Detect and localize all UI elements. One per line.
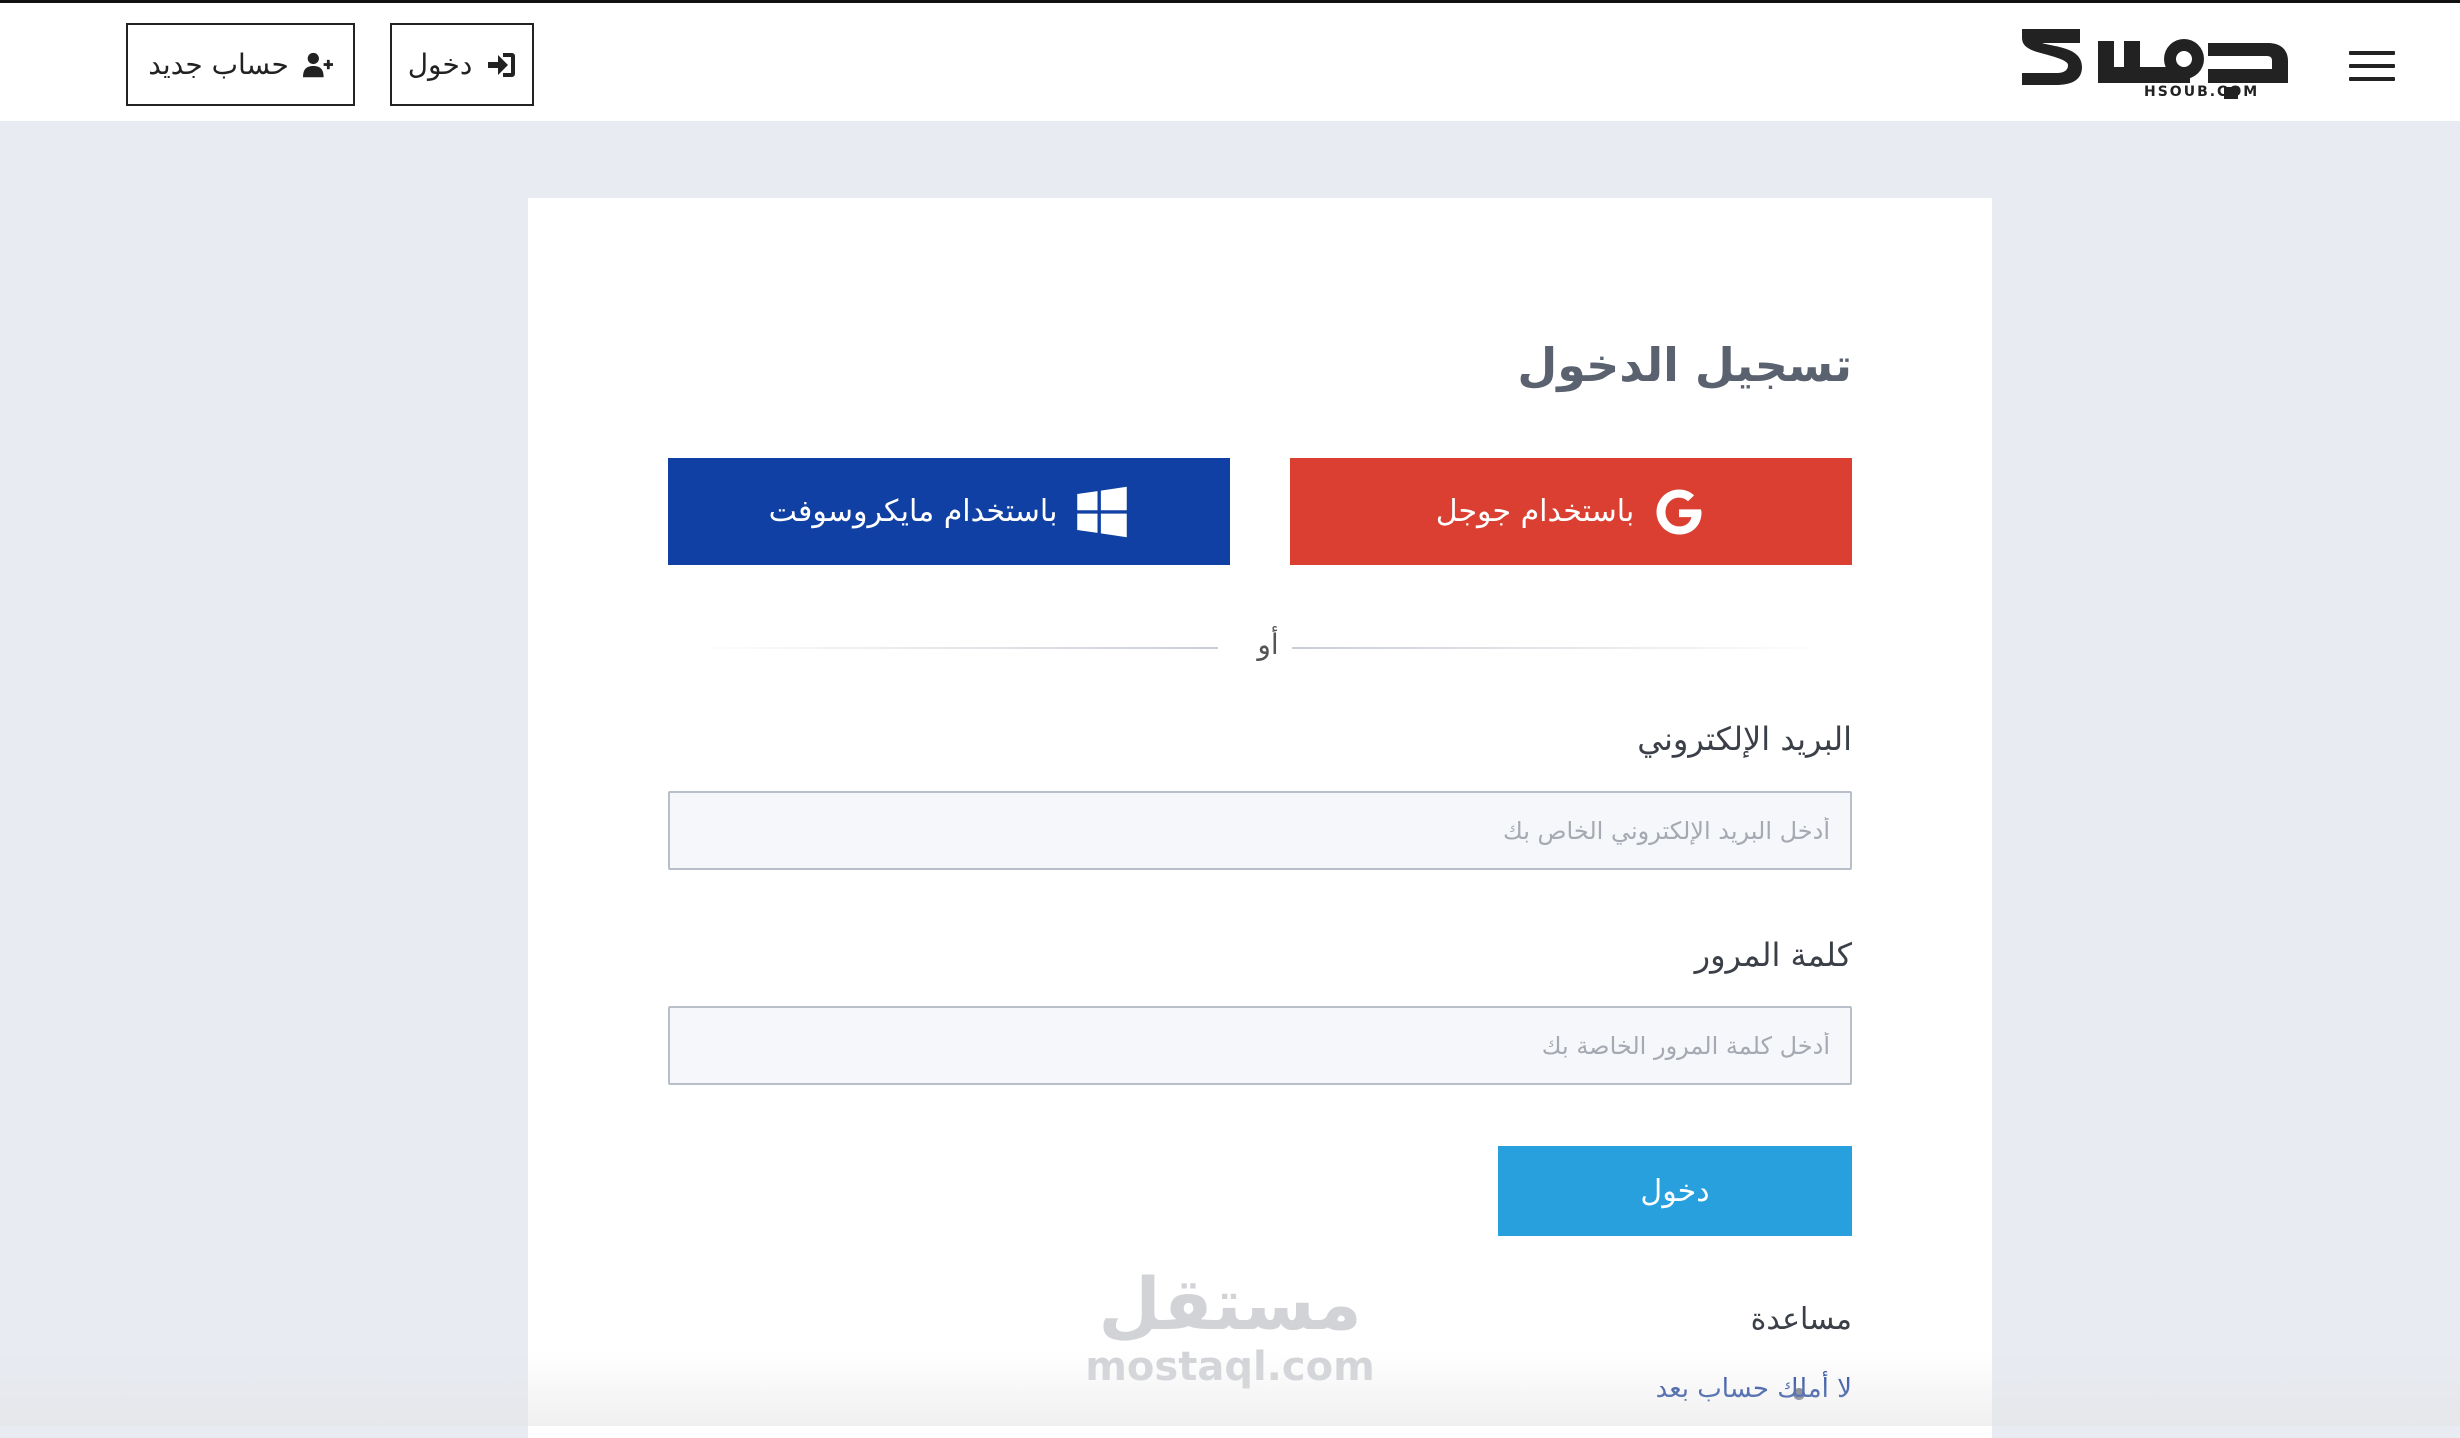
login-card: تسجيل الدخول باستخدام جوجل باستخدام مايك… (528, 198, 1992, 1438)
password-input[interactable] (668, 1006, 1852, 1085)
or-text: أو (1257, 628, 1279, 661)
site-header: HSOUB.COM حساب جديد دخول (0, 3, 2460, 121)
login-submit-button[interactable]: دخول (1498, 1146, 1852, 1236)
email-label: البريد الإلكتروني (1637, 720, 1852, 758)
logo-domain: HSOUB.COM (2144, 84, 2260, 100)
password-label: كلمة المرور (1694, 936, 1852, 974)
google-login-button[interactable]: باستخدام جوجل (1290, 458, 1852, 565)
help-heading: مساعدة (1750, 1302, 1852, 1337)
sign-in-icon (488, 52, 516, 77)
microsoft-login-button[interactable]: باستخدام مايكروسوفت (668, 458, 1230, 565)
page-title: تسجيل الدخول (1517, 338, 1852, 392)
new-account-button[interactable]: حساب جديد (126, 23, 355, 106)
login-header-label: دخول (407, 48, 473, 81)
new-account-label: حساب جديد (148, 48, 289, 81)
google-login-label: باستخدام جوجل (1435, 494, 1635, 529)
mostaql-watermark: مستقل mostaql.com (1080, 1262, 1380, 1392)
login-header-button[interactable]: دخول (390, 23, 534, 106)
microsoft-login-label: باستخدام مايكروسوفت (768, 494, 1058, 529)
divider-line-left (688, 647, 1218, 649)
windows-icon (1077, 486, 1128, 537)
email-input[interactable] (668, 791, 1852, 870)
hsoub-logo[interactable]: HSOUB.COM (2016, 21, 2292, 105)
divider-line-right (1292, 647, 1832, 649)
or-divider: أو (668, 628, 1852, 661)
hamburger-menu-icon[interactable] (2349, 51, 2395, 81)
watermark-arabic: مستقل (1098, 1262, 1362, 1346)
watermark-latin: mostaql.com (1085, 1344, 1375, 1390)
user-plus-icon (302, 52, 333, 77)
google-icon (1656, 489, 1702, 534)
no-account-link[interactable]: لا أملك حساب بعد (1656, 1374, 1852, 1404)
